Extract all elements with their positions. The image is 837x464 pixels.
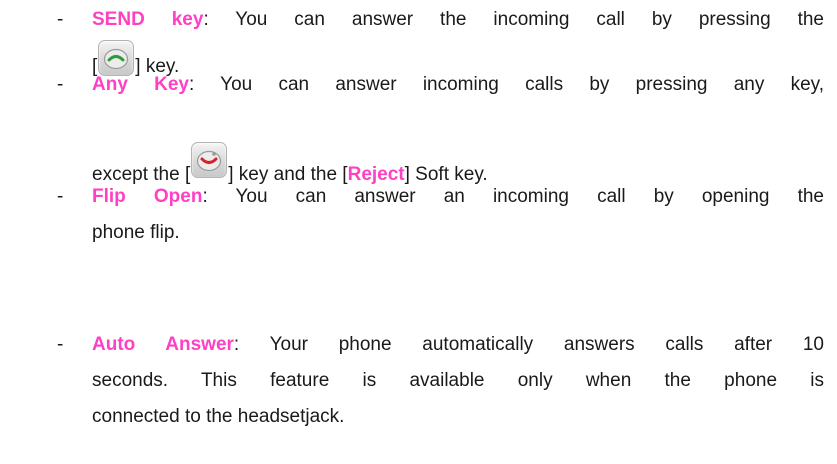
item-line: phone flip. (92, 222, 180, 243)
item-line: SEND key: You can answer the incoming ca… (92, 7, 824, 33)
item-line: Any Key: You can answer incoming calls b… (92, 72, 824, 98)
item-description-end: ] Soft key. (404, 164, 488, 185)
bullet-dash: - (57, 334, 64, 355)
send-key-icon (98, 40, 135, 76)
term-send-key: SEND key (92, 9, 204, 30)
term-any-key: Any Key (92, 74, 189, 95)
bullet-dash: - (57, 9, 64, 30)
item-line: Auto Answer: Your phone automatically an… (92, 332, 824, 358)
item-description: : You can answer incoming calls by press… (189, 74, 825, 95)
item-line: seconds. This feature is available only … (92, 370, 824, 391)
bullet-dash: - (57, 186, 64, 207)
bullet-dash: - (57, 74, 64, 95)
item-description: except the [ (92, 164, 191, 185)
item-description: : You can answer an incoming call by ope… (202, 186, 824, 207)
item-line: except the [ ] key and the [Reject] Soft … (92, 142, 824, 188)
term-auto-answer: Auto Answer (92, 334, 234, 355)
item-description: : Your phone automatically answers calls… (233, 334, 824, 355)
item-description: ] key and the [ (228, 164, 348, 185)
item-line: connected to the headsetjack. (92, 406, 345, 427)
term-flip-open: Flip Open (92, 186, 203, 207)
reject-soft-key-label: Reject (347, 164, 405, 185)
item-line: Flip Open: You can answer an incoming ca… (92, 184, 824, 210)
item-description: : You can answer the incoming call by pr… (203, 9, 824, 30)
end-key-icon (191, 142, 228, 178)
